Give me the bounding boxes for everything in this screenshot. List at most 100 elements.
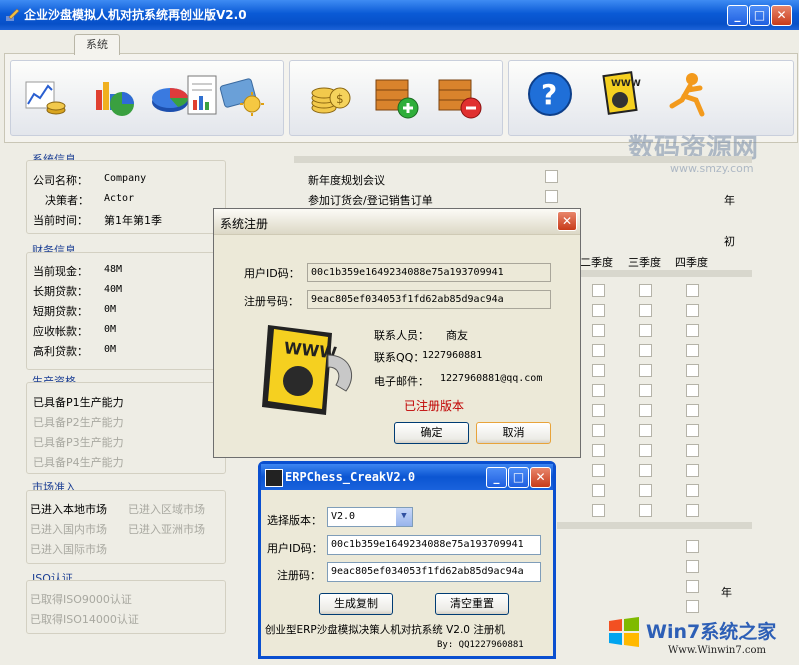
register-dialog-title: 系统注册 [220, 217, 269, 231]
quarter-task-checkbox[interactable] [686, 344, 699, 357]
bar-pie-chart-icon[interactable] [90, 72, 138, 120]
qq-label: 联系QQ： [374, 351, 425, 364]
reg-code-label: 注册号码： [244, 295, 299, 308]
quarter-task-checkbox[interactable] [639, 444, 652, 457]
quarter-task-checkbox[interactable] [639, 484, 652, 497]
keygen-close-button[interactable]: ✕ [530, 467, 551, 488]
quarter-task-checkbox[interactable] [686, 504, 699, 517]
runner-icon[interactable] [664, 70, 712, 118]
clear-reset-button[interactable]: 清空重置 [435, 593, 509, 615]
contact-label: 联系人员： [374, 329, 429, 342]
keygen-minimize-button[interactable]: _ [486, 467, 507, 488]
quarter-task-checkbox[interactable] [639, 504, 652, 517]
task-annual-planning: 新年度规划会议 [308, 174, 385, 187]
maximize-button[interactable]: □ [749, 5, 770, 26]
keygen-maximize-button[interactable]: □ [508, 467, 529, 488]
keygen-user-id-input[interactable]: 00c1b359e1649234088e75a193709941 [327, 535, 541, 555]
quarter-task-checkbox[interactable] [686, 284, 699, 297]
quarter-task-checkbox[interactable] [592, 444, 605, 457]
quarter-task-checkbox[interactable] [686, 384, 699, 397]
task-checkbox[interactable] [686, 560, 699, 573]
version-label: 选择版本： [267, 514, 322, 527]
register-close-button[interactable]: ✕ [557, 211, 577, 231]
usury-loan-label: 高利贷款： [33, 345, 88, 358]
register-dialog-titlebar [214, 209, 580, 235]
quarter-task-checkbox[interactable] [592, 304, 605, 317]
production-p4: 已具备P4生产能力 [33, 456, 124, 469]
quarter-task-checkbox[interactable] [639, 404, 652, 417]
version-select[interactable]: V2.0 ▼ [327, 507, 413, 527]
windows-logo-icon [609, 617, 639, 647]
user-id-field[interactable]: 00c1b359e1649234088e75a193709941 [307, 263, 551, 282]
quarter-task-checkbox[interactable] [592, 384, 605, 397]
watermark-win7: Win7系统之家 [646, 621, 777, 643]
quarter-task-checkbox[interactable] [686, 424, 699, 437]
quarter-task-checkbox[interactable] [639, 324, 652, 337]
svg-text:$: $ [336, 92, 344, 106]
crate-add-icon[interactable] [372, 72, 420, 120]
task-checkbox[interactable] [686, 540, 699, 553]
generate-copy-button[interactable]: 生成复制 [319, 593, 393, 615]
quarter-task-checkbox[interactable] [592, 424, 605, 437]
keygen-window: ERPChess_CreakV2.0 _ □ ✕ 选择版本： V2.0 ▼ 用户… [258, 461, 556, 659]
quarter-task-checkbox[interactable] [592, 484, 605, 497]
ok-button[interactable]: 确定 [394, 422, 469, 444]
close-button[interactable]: ✕ [771, 5, 792, 26]
reg-code-field[interactable]: 9eac805ef034053f1fd62ab85d9ac94a [307, 290, 551, 309]
quarter-task-checkbox[interactable] [686, 364, 699, 377]
quarter-task-checkbox[interactable] [686, 404, 699, 417]
market-regional: 已进入区域市场 [128, 503, 205, 516]
quarter-task-checkbox[interactable] [592, 404, 605, 417]
quarter-task-checkbox[interactable] [639, 424, 652, 437]
production-p2: 已具备P2生产能力 [33, 416, 124, 429]
quarter-task-checkbox[interactable] [592, 344, 605, 357]
film-sun-icon[interactable] [218, 72, 266, 120]
quarter-task-checkbox[interactable] [639, 464, 652, 477]
quarter-task-checkbox[interactable] [592, 464, 605, 477]
register-dialog: 系统注册 ✕ 用户ID码： 00c1b359e1649234088e75a193… [213, 208, 581, 458]
receivable-label: 应收帐款： [33, 325, 88, 338]
chart-gold-icon[interactable] [20, 72, 68, 120]
www-registration-icon[interactable]: WWW [598, 70, 646, 118]
minimize-button[interactable]: _ [727, 5, 748, 26]
quarter-task-checkbox[interactable] [686, 464, 699, 477]
quarter-task-checkbox[interactable] [639, 384, 652, 397]
chevron-down-icon[interactable]: ▼ [396, 508, 412, 526]
company-label: 公司名称： [33, 174, 88, 187]
coins-icon[interactable]: $ [304, 72, 352, 120]
quarter-task-checkbox[interactable] [592, 284, 605, 297]
svg-text:?: ? [541, 78, 557, 111]
quarter-task-checkbox[interactable] [686, 484, 699, 497]
market-asia: 已进入亚洲市场 [128, 523, 205, 536]
registered-status: 已注册版本 [404, 399, 465, 413]
quarter-header-bar [580, 270, 752, 277]
help-icon[interactable]: ? [526, 70, 574, 118]
contact-value: 商友 [446, 329, 468, 342]
task-checkbox[interactable] [545, 190, 558, 203]
task-checkbox[interactable] [686, 580, 699, 593]
short-loan-label: 短期贷款： [33, 305, 88, 318]
year-label: 年 [724, 194, 735, 207]
quarter-task-checkbox[interactable] [639, 344, 652, 357]
quarter-task-checkbox[interactable] [686, 444, 699, 457]
quarter-task-checkbox[interactable] [686, 304, 699, 317]
quarter-task-checkbox[interactable] [592, 324, 605, 337]
quarter-task-checkbox[interactable] [686, 324, 699, 337]
quarter-task-checkbox[interactable] [592, 364, 605, 377]
task-checkbox[interactable] [545, 170, 558, 183]
production-p1: 已具备P1生产能力 [33, 396, 124, 409]
cancel-button[interactable]: 取消 [476, 422, 551, 444]
short-loan-value: 0M [104, 304, 117, 315]
crate-remove-icon[interactable] [435, 72, 483, 120]
decider-value: Actor [104, 193, 135, 204]
keygen-reg-input[interactable]: 9eac805ef034053f1fd62ab85d9ac94a [327, 562, 541, 582]
tab-system[interactable]: 系统 [74, 34, 120, 55]
svg-text:WWW: WWW [611, 79, 641, 89]
task-checkbox[interactable] [686, 600, 699, 613]
quarter-task-checkbox[interactable] [639, 284, 652, 297]
task-order-meeting: 参加订货会/登记销售订单 [308, 194, 433, 207]
quarter-task-checkbox[interactable] [639, 364, 652, 377]
window-title: 企业沙盘模拟人机对抗系统再创业版V2.0 [24, 8, 247, 22]
quarter-task-checkbox[interactable] [592, 504, 605, 517]
quarter-task-checkbox[interactable] [639, 304, 652, 317]
